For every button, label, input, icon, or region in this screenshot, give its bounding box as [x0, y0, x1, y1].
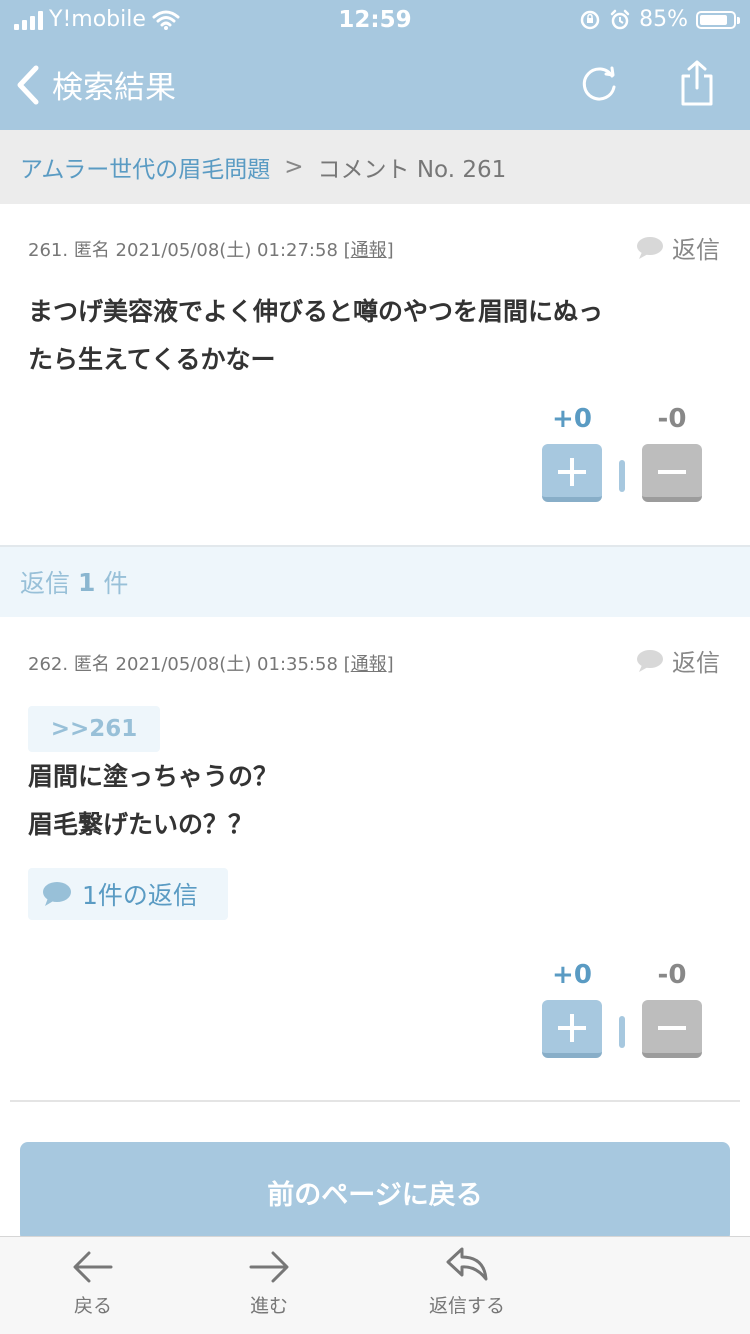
arrow-left-icon: [73, 1251, 113, 1283]
plus-vote-button[interactable]: [542, 1000, 602, 1058]
breadcrumb-topic-link[interactable]: アムラー世代の眉毛問題: [20, 150, 270, 184]
minus-vote-button[interactable]: [642, 444, 702, 502]
plus-icon: [558, 1014, 586, 1042]
status-bar: Y!mobile 12:59 85%: [0, 0, 750, 40]
status-right: 85%: [579, 7, 740, 32]
alarm-icon: [610, 9, 630, 29]
back-to-search-button[interactable]: 検索結果: [16, 62, 176, 107]
minus-count: -0: [657, 404, 687, 434]
anchor-link[interactable]: >>261: [28, 706, 160, 752]
plus-vote-button[interactable]: [542, 444, 602, 502]
reload-icon: [582, 66, 616, 101]
reload-button[interactable]: [576, 62, 622, 108]
vote-divider: [619, 1016, 625, 1048]
speech-bubble-icon: [43, 882, 71, 906]
plus-icon: [558, 458, 586, 486]
replies-unit: 件: [103, 569, 129, 598]
toolbar-back-button[interactable]: 戻る: [28, 1249, 158, 1318]
prev-page-button[interactable]: 前のページに戻る: [20, 1142, 730, 1242]
comment-body-line: たら生えてくるかなー: [28, 345, 276, 374]
comment-body: 眉間に塗っちゃうの？ 眉毛繋げたいの？？: [28, 753, 720, 849]
comment-body-line: 眉間に塗っちゃうの？: [28, 762, 279, 791]
comment-number: 262.: [28, 654, 69, 675]
vote-controls: +0 -0: [542, 960, 702, 1060]
reply-button[interactable]: 返信: [636, 230, 720, 265]
toolbar-reply-button[interactable]: 返信する: [402, 1245, 532, 1318]
vote-divider: [619, 460, 625, 492]
comment-body-line: 眉毛繋げたいの？？: [28, 810, 254, 839]
reply-count-button[interactable]: 1件の返信: [28, 868, 228, 920]
comment-body: まつげ美容液でよく伸びると噂のやつを眉間にぬっ たら生えてくるかなー: [28, 288, 720, 384]
reply-arrow-icon: [446, 1247, 488, 1281]
comment-body-line: まつげ美容液でよく伸びると噂のやつを眉間にぬっ: [28, 297, 604, 326]
divider: [10, 1100, 740, 1102]
vote-controls: +0 -0: [542, 404, 702, 504]
comment-262: 262. 匿名 2021/05/08(土) 01:35:58 [通報] 返信 眉…: [0, 617, 750, 1097]
comment-number: 261.: [28, 240, 69, 261]
breadcrumb: アムラー世代の眉毛問題 > コメント No. 261: [0, 130, 750, 204]
toolbar-reply-label: 返信する: [428, 1295, 505, 1317]
reply-count-label: 1件の返信: [82, 881, 198, 910]
toolbar-forward-label: 進む: [249, 1295, 288, 1317]
speech-bubble-icon: [637, 649, 663, 672]
share-icon: [681, 60, 713, 106]
comment-261: 261. 匿名 2021/05/08(土) 01:27:58 [通報] 返信 ま…: [0, 204, 750, 544]
comment-datetime: 2021/05/08(土) 01:35:58: [115, 654, 338, 675]
comment-meta: 261. 匿名 2021/05/08(土) 01:27:58 [通報]: [28, 236, 394, 262]
toolbar-forward-button[interactable]: 進む: [204, 1249, 334, 1318]
minus-icon: [658, 1026, 686, 1030]
comment-meta: 262. 匿名 2021/05/08(土) 01:35:58 [通報]: [28, 650, 394, 676]
comment-author: 匿名: [73, 240, 110, 261]
battery-icon: [696, 10, 740, 29]
report-link[interactable]: 通報: [351, 654, 387, 675]
navigation-bar: 検索結果: [0, 40, 750, 130]
plus-count: +0: [552, 404, 592, 434]
replies-label: 返信: [20, 569, 71, 598]
reply-button[interactable]: 返信: [636, 643, 720, 678]
report-bracket-close: ]: [386, 654, 394, 675]
arrow-right-icon: [249, 1251, 289, 1283]
minus-icon: [658, 470, 686, 474]
share-button[interactable]: [674, 58, 720, 106]
report-bracket-open: [: [343, 240, 351, 261]
rotation-lock-icon: [580, 10, 600, 29]
comment-author: 匿名: [73, 654, 110, 675]
reply-label: 返信: [672, 236, 720, 264]
reply-label: 返信: [672, 649, 720, 677]
report-bracket-open: [: [343, 654, 351, 675]
breadcrumb-current: コメント No. 261: [317, 157, 507, 183]
minus-count: -0: [657, 960, 687, 990]
chevron-left-icon: [17, 65, 39, 104]
report-bracket-close: ]: [386, 240, 394, 261]
minus-vote-button[interactable]: [642, 1000, 702, 1058]
replies-count: 1: [78, 567, 96, 597]
bottom-toolbar: 戻る 進む 返信する: [0, 1236, 750, 1334]
battery-percent: 85%: [639, 7, 688, 32]
plus-count: +0: [552, 960, 592, 990]
replies-section-header: 返信 1 件: [0, 545, 750, 617]
nav-title: 検索結果: [52, 70, 176, 106]
breadcrumb-separator: >: [284, 154, 304, 180]
comment-datetime: 2021/05/08(土) 01:27:58: [115, 240, 338, 261]
toolbar-back-label: 戻る: [73, 1295, 112, 1317]
report-link[interactable]: 通報: [351, 240, 387, 261]
speech-bubble-icon: [637, 236, 663, 259]
